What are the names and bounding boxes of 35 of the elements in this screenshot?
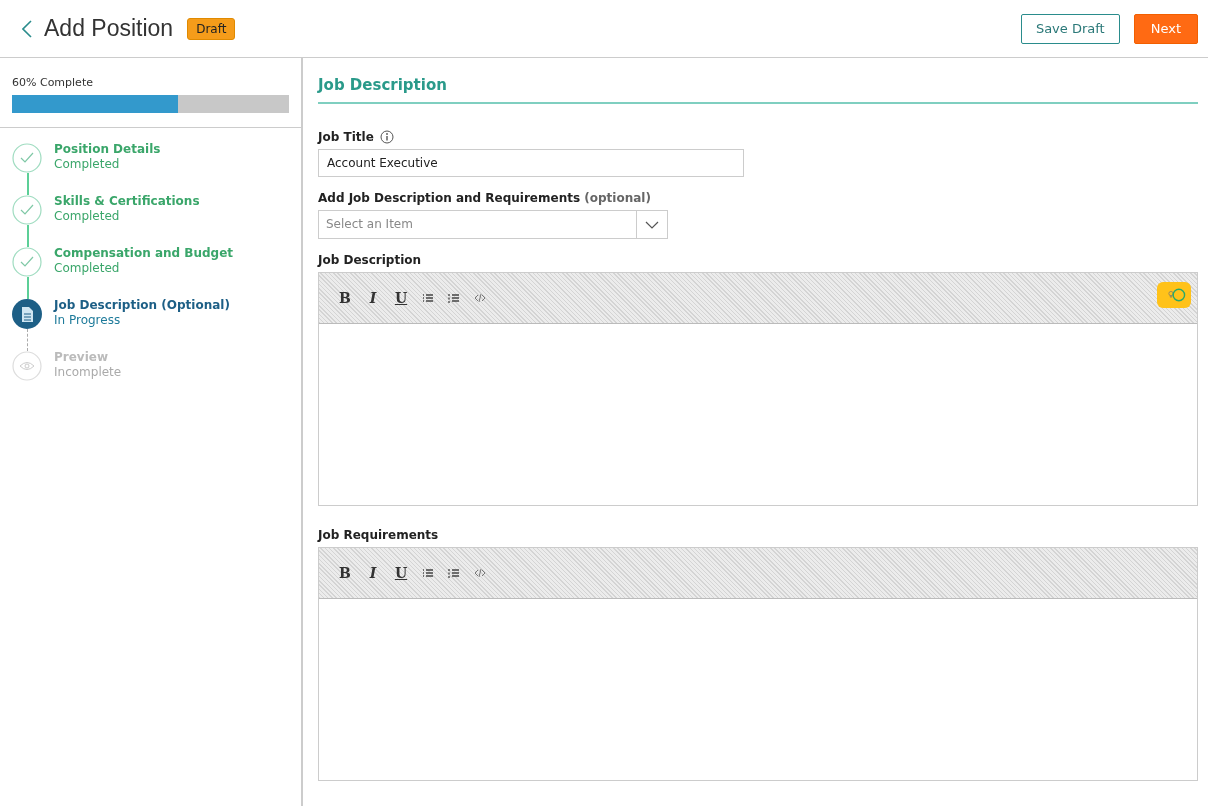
section-title: Job Description — [318, 76, 1198, 104]
info-icon[interactable] — [379, 130, 394, 144]
progress-label: 60% Complete — [12, 76, 94, 89]
step-status: Completed — [54, 209, 121, 223]
underline-button[interactable]: U — [389, 565, 413, 581]
step-status: Completed — [54, 157, 121, 171]
field-label: Job Description — [318, 253, 423, 267]
step-status: Completed — [54, 261, 121, 275]
ai-toggle[interactable] — [1157, 282, 1191, 308]
page-title: Add Position — [44, 15, 174, 42]
chevron-down-icon — [645, 220, 659, 229]
rich-text-editor[interactable]: B I U — [318, 272, 1198, 506]
italic-button[interactable]: I — [361, 290, 385, 306]
save-draft-button[interactable]: Save Draft — [1020, 13, 1120, 44]
back-chevron-icon[interactable] — [22, 19, 32, 38]
job-title-field[interactable]: Account Executive — [318, 149, 744, 177]
underline-button[interactable]: U — [389, 290, 413, 306]
numbered-list-icon[interactable] — [448, 568, 460, 578]
step-title[interactable]: Job Description (Optional) — [54, 298, 230, 312]
rich-text-editor[interactable]: B I U — [318, 547, 1198, 781]
step-status: Incomplete — [54, 365, 122, 379]
bullet-list-icon[interactable] — [422, 568, 434, 578]
bold-button[interactable]: B — [333, 565, 357, 581]
italic-button[interactable]: I — [361, 565, 385, 581]
bold-button[interactable]: B — [333, 290, 357, 306]
template-dropdown[interactable]: Select an Item — [318, 210, 668, 239]
field-label: Add Job Description and Requirements (optional) — [318, 191, 652, 205]
bullet-list-icon[interactable] — [422, 293, 434, 303]
step-status: In Progress — [54, 313, 122, 327]
code-icon[interactable] — [474, 568, 486, 578]
field-label: Job Title — [318, 130, 374, 144]
numbered-list-icon[interactable] — [448, 293, 460, 303]
code-icon[interactable] — [474, 293, 486, 303]
status-badge: Draft — [187, 17, 236, 40]
field-label: Job Requirements — [318, 528, 440, 542]
